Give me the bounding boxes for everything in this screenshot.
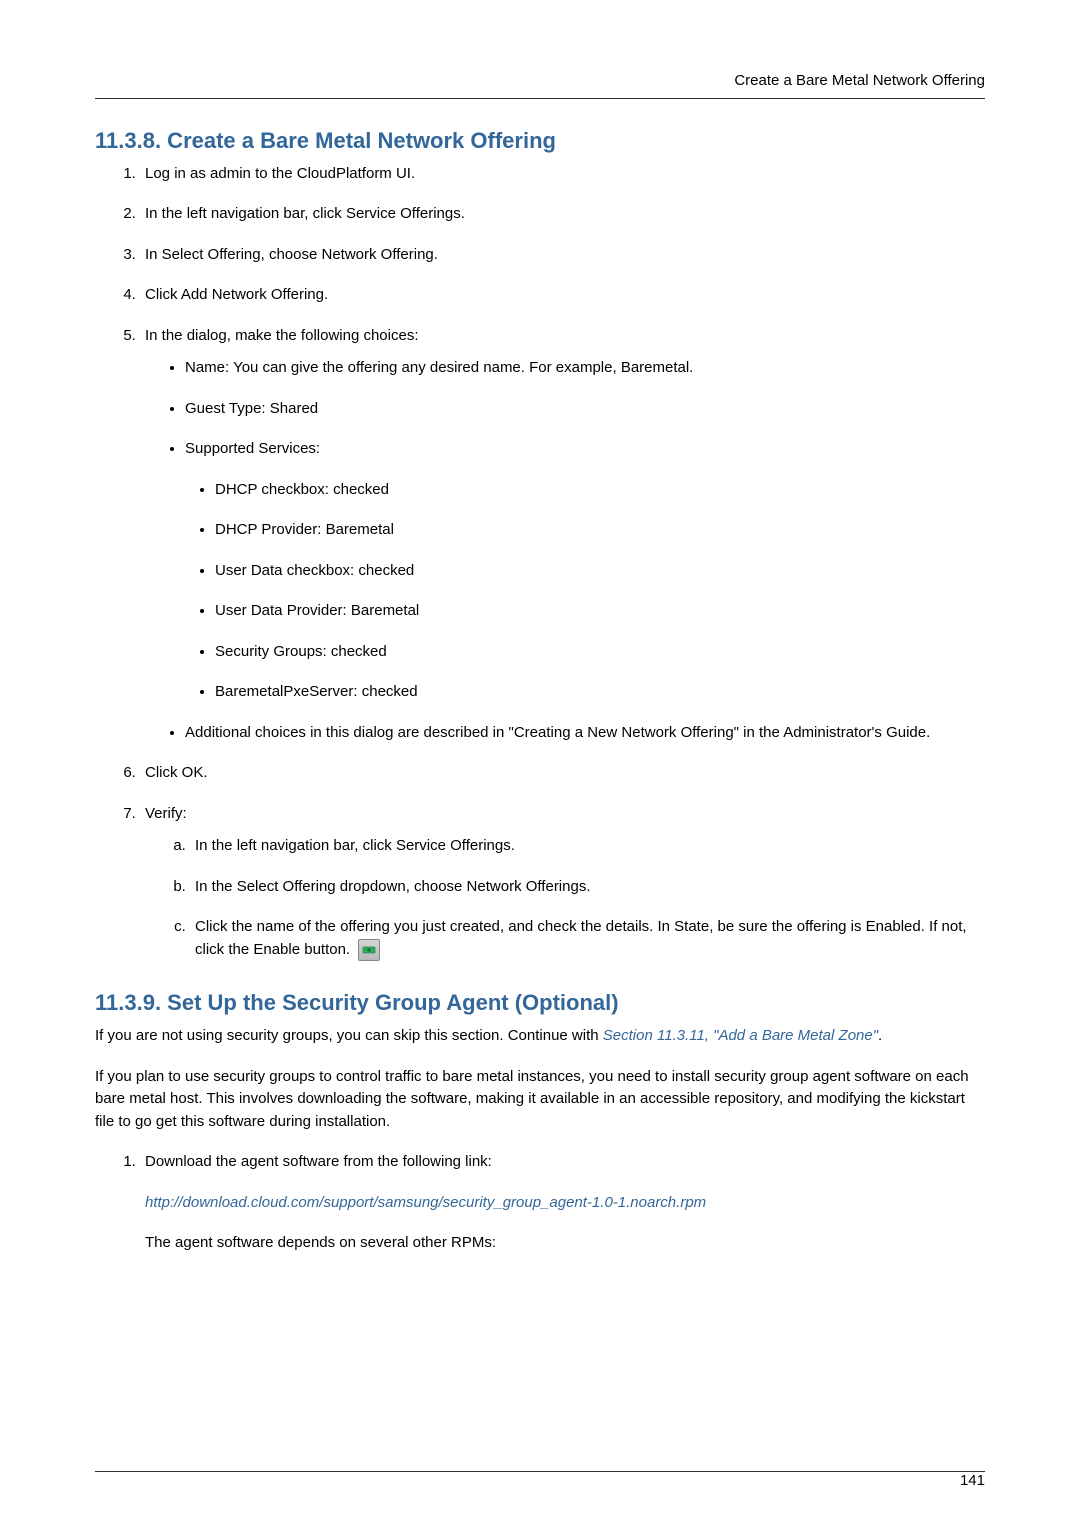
bullet-additional-choices-text: Additional choices in this dialog are de… bbox=[185, 724, 930, 741]
step-1-text: Log in as admin to the CloudPlatform UI. bbox=[145, 165, 415, 182]
download-link[interactable]: http://download.cloud.com/support/samsun… bbox=[145, 1194, 706, 1211]
sublist-item: DHCP Provider: Baremetal bbox=[215, 519, 985, 542]
bullet-additional-choices: Additional choices in this dialog are de… bbox=[185, 722, 985, 745]
bullet-name: Name: You can give the offering any desi… bbox=[185, 357, 985, 380]
section-11-3-9-steps: Download the agent software from the fol… bbox=[95, 1151, 985, 1255]
sublist-item: BaremetalPxeServer: checked bbox=[215, 681, 985, 704]
step-5-text: In the dialog, make the following choice… bbox=[145, 327, 419, 344]
paragraph-skip-security: If you are not using security groups, yo… bbox=[95, 1025, 985, 1048]
footer-rule bbox=[95, 1471, 985, 1472]
supported-services-sublist: DHCP checkbox: checked DHCP Provider: Ba… bbox=[185, 479, 985, 704]
download-step-after: The agent software depends on several ot… bbox=[145, 1232, 985, 1255]
bullet-supported-services-text: Supported Services: bbox=[185, 440, 320, 457]
sublist-item: User Data Provider: Baremetal bbox=[215, 600, 985, 623]
bullet-guest-type-text: Guest Type: Shared bbox=[185, 400, 318, 417]
step-2-text: In the left navigation bar, click Servic… bbox=[145, 205, 465, 222]
paragraph-skip-part1: If you are not using security groups, yo… bbox=[95, 1027, 603, 1044]
enable-icon-svg bbox=[362, 943, 376, 957]
step-5-bullets: Name: You can give the offering any desi… bbox=[145, 357, 985, 744]
sublist-item: Security Groups: checked bbox=[215, 641, 985, 664]
step-3-text: In Select Offering, choose Network Offer… bbox=[145, 246, 438, 263]
step-6-text: Click OK. bbox=[145, 764, 208, 781]
sublist-dhcp-provider: DHCP Provider: Baremetal bbox=[215, 521, 394, 538]
substep-a-text: In the left navigation bar, click Servic… bbox=[195, 837, 515, 854]
substep-b: In the Select Offering dropdown, choose … bbox=[190, 876, 985, 899]
step-2: In the left navigation bar, click Servic… bbox=[140, 203, 985, 226]
page-header: Create a Bare Metal Network Offering bbox=[95, 70, 985, 99]
substep-b-text: In the Select Offering dropdown, choose … bbox=[195, 878, 591, 895]
download-step: Download the agent software from the fol… bbox=[140, 1151, 985, 1255]
enable-icon bbox=[358, 939, 380, 961]
page-header-title: Create a Bare Metal Network Offering bbox=[734, 72, 985, 89]
substep-c: Click the name of the offering you just … bbox=[190, 916, 985, 961]
step-6: Click OK. bbox=[140, 762, 985, 785]
sublist-baremetal-pxe: BaremetalPxeServer: checked bbox=[215, 683, 418, 700]
section-heading-11-3-8: 11.3.8. Create a Bare Metal Network Offe… bbox=[95, 124, 985, 157]
substep-a: In the left navigation bar, click Servic… bbox=[190, 835, 985, 858]
sublist-item: DHCP checkbox: checked bbox=[215, 479, 985, 502]
page-number: 141 bbox=[960, 1470, 985, 1493]
paragraph-skip-part2: . bbox=[878, 1027, 882, 1044]
paragraph-security-groups-plan: If you plan to use security groups to co… bbox=[95, 1066, 985, 1134]
link-section-11-3-11[interactable]: Section 11.3.11, "Add a Bare Metal Zone" bbox=[603, 1027, 878, 1044]
step-3: In Select Offering, choose Network Offer… bbox=[140, 244, 985, 267]
step-5: In the dialog, make the following choice… bbox=[140, 325, 985, 745]
step-7-substeps: In the left navigation bar, click Servic… bbox=[145, 835, 985, 961]
step-1: Log in as admin to the CloudPlatform UI. bbox=[140, 163, 985, 186]
step-7: Verify: In the left navigation bar, clic… bbox=[140, 803, 985, 962]
step-7-text: Verify: bbox=[145, 805, 187, 822]
bullet-name-text: Name: You can give the offering any desi… bbox=[185, 359, 693, 376]
step-4-text: Click Add Network Offering. bbox=[145, 286, 328, 303]
download-link-wrap: http://download.cloud.com/support/samsun… bbox=[145, 1192, 985, 1215]
sublist-userdata-provider: User Data Provider: Baremetal bbox=[215, 602, 419, 619]
section-11-3-8-steps: Log in as admin to the CloudPlatform UI.… bbox=[95, 163, 985, 962]
sublist-userdata-checkbox: User Data checkbox: checked bbox=[215, 562, 414, 579]
sublist-item: User Data checkbox: checked bbox=[215, 560, 985, 583]
bullet-supported-services: Supported Services: DHCP checkbox: check… bbox=[185, 438, 985, 704]
substep-c-text: Click the name of the offering you just … bbox=[195, 918, 967, 958]
bullet-guest-type: Guest Type: Shared bbox=[185, 398, 985, 421]
sublist-dhcp-checkbox: DHCP checkbox: checked bbox=[215, 481, 389, 498]
download-step-text: Download the agent software from the fol… bbox=[145, 1153, 492, 1170]
section-heading-11-3-9: 11.3.9. Set Up the Security Group Agent … bbox=[95, 986, 985, 1019]
step-4: Click Add Network Offering. bbox=[140, 284, 985, 307]
sublist-security-groups: Security Groups: checked bbox=[215, 643, 387, 660]
